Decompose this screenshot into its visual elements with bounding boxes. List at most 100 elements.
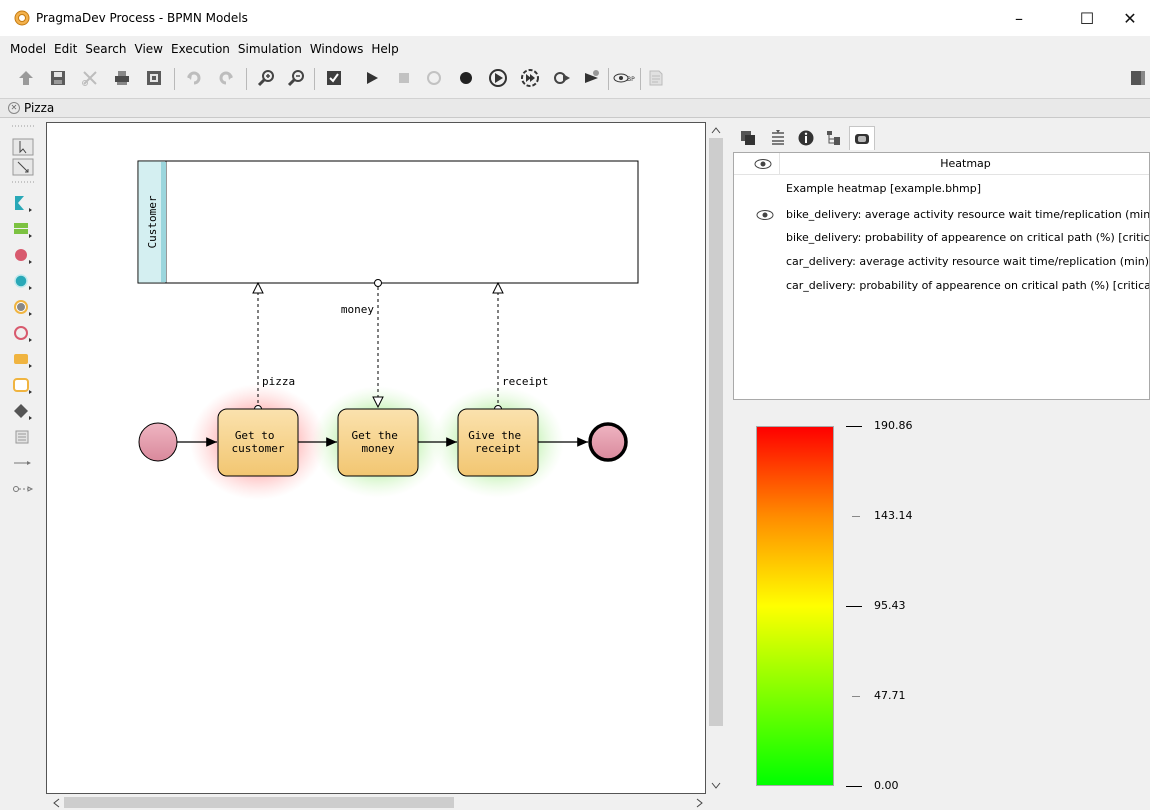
editor-tab-strip: ✕ Pizza xyxy=(0,98,1150,118)
subprocess-tool-icon[interactable] xyxy=(10,374,36,396)
flow-label-money: money xyxy=(341,303,374,316)
end-event-tool-icon[interactable] xyxy=(10,322,36,344)
zoom-out-icon[interactable] xyxy=(284,66,308,90)
panel-tab-bar xyxy=(733,122,1150,152)
window-title: PragmaDev Process - BPMN Models xyxy=(36,11,248,25)
start-event[interactable] xyxy=(138,422,178,462)
scroll-right-icon[interactable] xyxy=(696,798,704,808)
legend-value-mid: 95.43 xyxy=(874,599,906,612)
start-event-tool-icon[interactable] xyxy=(10,244,36,266)
heatmap-column-header: Heatmap xyxy=(780,153,1149,175)
print-icon[interactable] xyxy=(110,66,134,90)
menu-execution[interactable]: Execution xyxy=(167,42,234,56)
minimize-button[interactable]: – xyxy=(996,0,1042,36)
menu-bar: Model Edit Search View Execution Simulat… xyxy=(0,38,403,60)
legend-value-max: 190.86 xyxy=(874,419,913,432)
boundary-event-tool-icon[interactable] xyxy=(10,296,36,318)
heatmap-gradient-bar xyxy=(756,426,834,786)
layers-icon[interactable] xyxy=(735,126,761,150)
cut-icon[interactable] xyxy=(78,66,102,90)
menu-windows[interactable]: Windows xyxy=(306,42,368,56)
stop-icon[interactable] xyxy=(392,66,416,90)
undo-icon[interactable] xyxy=(182,66,206,90)
svg-text:BP: BP xyxy=(627,76,635,83)
check-icon[interactable] xyxy=(322,66,346,90)
scroll-up-icon[interactable] xyxy=(711,126,721,134)
heatmap-row-car-critical[interactable]: car_delivery: probability of appearence … xyxy=(786,276,1149,296)
save-icon[interactable] xyxy=(46,66,70,90)
legend-tick xyxy=(852,696,860,697)
visible-eye-icon[interactable] xyxy=(756,209,774,221)
record-icon[interactable] xyxy=(454,66,478,90)
end-event[interactable] xyxy=(588,422,628,462)
data-object-tool-icon[interactable] xyxy=(10,426,36,448)
toolbar: BP xyxy=(0,62,1150,94)
tab-pizza[interactable]: Pizza xyxy=(24,101,54,115)
menu-help[interactable]: Help xyxy=(367,42,402,56)
task-tool-icon[interactable] xyxy=(10,348,36,370)
intermediate-event-tool-icon[interactable] xyxy=(10,270,36,292)
element-palette xyxy=(4,122,42,802)
eye-icon xyxy=(754,159,772,169)
palette-grip xyxy=(10,122,36,130)
legend-value-min: 0.00 xyxy=(874,779,899,792)
menu-view[interactable]: View xyxy=(131,42,167,56)
tree-icon[interactable] xyxy=(821,126,847,150)
customer-pool[interactable] xyxy=(137,160,639,284)
legend-tick xyxy=(846,786,862,787)
breakpoint-icon[interactable] xyxy=(550,66,574,90)
legend-value-3: 143.14 xyxy=(874,509,913,522)
title-bar: PragmaDev Process - BPMN Models – ☐ ✕ xyxy=(0,0,1150,36)
task-label-get-to-customer: Get to customer xyxy=(232,429,285,455)
fast-step-icon[interactable] xyxy=(518,66,542,90)
toolbar-separator xyxy=(174,68,175,90)
heatmap-list[interactable]: Heatmap Example heatmap [example.bhmp] b… xyxy=(733,152,1150,400)
heatmap-row-car-wait[interactable]: car_delivery: average activity resource … xyxy=(786,252,1149,272)
close-button[interactable]: ✕ xyxy=(1110,0,1150,36)
menu-model[interactable]: Model xyxy=(6,42,50,56)
zoom-in-icon[interactable] xyxy=(254,66,278,90)
legend-tick xyxy=(846,606,862,607)
pool-tool-icon[interactable] xyxy=(10,192,36,214)
bpmn-canvas[interactable]: Customer pizza money receipt Get to cust… xyxy=(46,122,706,794)
lane-tool-icon[interactable] xyxy=(10,218,36,240)
heatmap-icon[interactable] xyxy=(849,126,875,150)
menu-search[interactable]: Search xyxy=(81,42,130,56)
pointer-tool-icon[interactable] xyxy=(10,158,36,176)
eye-bp-icon[interactable]: BP xyxy=(612,66,636,90)
export-icon[interactable] xyxy=(142,66,166,90)
step-icon[interactable] xyxy=(486,66,510,90)
heatmap-row-example[interactable]: Example heatmap [example.bhmp] xyxy=(786,179,981,199)
palette-grip xyxy=(10,178,36,186)
heatmap-row-bike-wait[interactable]: bike_delivery: average activity resource… xyxy=(786,205,1149,225)
pool-label: Customer xyxy=(146,195,159,248)
maximize-button[interactable]: ☐ xyxy=(1064,0,1110,36)
heatmap-row-bike-critical[interactable]: bike_delivery: probability of appearence… xyxy=(786,228,1149,248)
menu-simulation[interactable]: Simulation xyxy=(234,42,306,56)
list-icon[interactable] xyxy=(765,126,791,150)
sequence-flow-tool-icon[interactable] xyxy=(10,452,36,474)
simulation-icon[interactable] xyxy=(580,66,604,90)
vertical-scroll-thumb[interactable] xyxy=(709,138,723,726)
horizontal-scroll-thumb[interactable] xyxy=(64,797,454,808)
eye-column-header xyxy=(734,153,780,175)
flow-label-pizza: pizza xyxy=(262,375,295,388)
restart-icon[interactable] xyxy=(422,66,446,90)
legend-tick xyxy=(846,426,862,427)
legend-value-1: 47.71 xyxy=(874,689,906,702)
gateway-tool-icon[interactable] xyxy=(10,400,36,422)
play-icon[interactable] xyxy=(360,66,384,90)
toolbar-separator xyxy=(608,68,609,90)
message-flow-tool-icon[interactable] xyxy=(10,478,36,500)
side-panel-icon[interactable] xyxy=(1126,66,1150,90)
select-tool-icon[interactable] xyxy=(10,138,36,156)
scroll-down-icon[interactable] xyxy=(711,782,721,790)
up-arrow-icon[interactable] xyxy=(14,66,38,90)
menu-edit[interactable]: Edit xyxy=(50,42,81,56)
tab-close-icon[interactable]: ✕ xyxy=(8,102,20,114)
simulation-log-icon[interactable] xyxy=(644,66,668,90)
scroll-left-icon[interactable] xyxy=(52,798,60,808)
toolbar-separator xyxy=(246,68,247,90)
info-icon[interactable] xyxy=(793,126,819,150)
redo-icon[interactable] xyxy=(214,66,238,90)
